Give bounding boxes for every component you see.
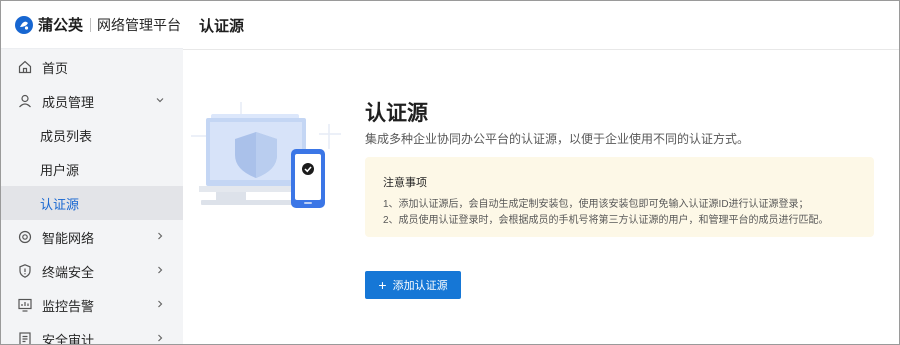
notice-line: 2、成员使用认证登录时，会根据成员的手机号将第三方认证源的用户，和管理平台的成员… [383,215,829,226]
topbar: 认证源 [183,1,899,50]
notice-title: 注意事项 [383,177,427,189]
sidebar-item-label: 监控告警 [42,298,95,314]
main-content: 认证源 集成多种企业协同办公平台的认证源，以便于企业使用不同的认证方式。 注意事… [183,50,899,344]
sidebar-item-label: 安全审计 [42,332,95,345]
sidebar-item-label: 成员管理 [42,94,95,110]
user-icon [17,93,33,109]
notice-box: 注意事项 1、添加认证源后，会自动生成定制安装包，使用该安装包即可免输入认证源I… [365,157,874,237]
chevron-right-icon [158,266,163,274]
sidebar-nav: 首页 成员管理 成员列表 用户源 认证源 智能网络 终端安全 监控告警 安全审计 [1,49,183,344]
sidebar-item-label: 终端安全 [42,264,95,280]
brand-name: 蒲公英 [38,17,84,34]
add-auth-source-button[interactable]: + 添加认证源 [365,271,461,299]
sidebar-subitem-user-source[interactable]: 用户源 [1,152,183,186]
sidebar-subitem-member-list[interactable]: 成员列表 [1,118,183,152]
section-title: 认证源 [365,102,428,125]
section-description: 集成多种企业协同办公平台的认证源，以便于企业使用不同的认证方式。 [365,132,750,146]
sidebar-item-smart-network[interactable]: 智能网络 [1,220,183,254]
sidebar-item-label: 智能网络 [42,230,95,246]
sidebar-item-label: 首页 [42,60,69,76]
chevron-down-icon [156,98,164,103]
monitor-icon [17,297,33,313]
page-title: 认证源 [199,17,245,35]
add-auth-source-label: 添加认证源 [392,280,448,292]
pgy-logo-icon [15,15,33,34]
notice-line: 1、添加认证源后，会自动生成定制安装包，使用该安装包即可免输入认证源ID进行认证… [383,199,809,210]
sidebar-item-home[interactable]: 首页 [1,50,183,84]
auth-illustration-icon [191,102,341,208]
home-icon [17,59,33,75]
brand-subtitle: 网络管理平台 [97,16,182,33]
sidebar-item-security-audit[interactable]: 安全审计 [1,322,183,344]
sidebar-item-monitoring[interactable]: 监控告警 [1,288,183,322]
plus-icon: + [378,277,387,293]
audit-icon [17,331,33,344]
brand[interactable]: 蒲公英 网络管理平台 [1,1,183,49]
brand-divider [90,17,92,32]
chevron-right-icon [158,300,163,308]
sidebar: 蒲公英 网络管理平台 首页 成员管理 成员列表 用户源 认证源 智能网络 终端安… [1,1,183,344]
shield-icon [17,263,33,279]
network-icon [17,229,33,245]
sidebar-subitem-auth-source[interactable]: 认证源 [1,186,183,220]
sidebar-item-endpoint-security[interactable]: 终端安全 [1,254,183,288]
chevron-right-icon [158,232,163,240]
chevron-right-icon [158,334,163,342]
sidebar-item-members[interactable]: 成员管理 [1,84,183,118]
